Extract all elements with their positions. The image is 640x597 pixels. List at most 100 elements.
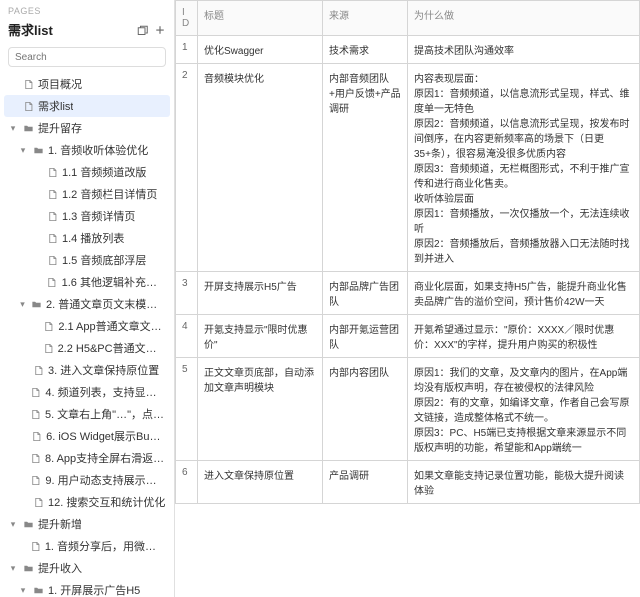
chevron-down-icon[interactable]: ▾ [18,585,28,596]
table-row[interactable]: 6进入文章保持原位置产品调研如果文章能支持记录位置功能，能极大提升阅读体验 [176,461,640,504]
tree-page[interactable]: 1.2 音频栏目详情页 [4,183,170,205]
cell-title: 优化Swagger [198,36,323,64]
tree-item-label: 6. iOS Widget展示Bug修复 [46,428,166,444]
tree-item-label: 5. 文章右上角"…"，点击后弹出 [45,406,166,422]
tree-page[interactable]: 1.5 音频底部浮层 [4,249,170,271]
table-row[interactable]: 1优化Swagger技术需求提高技术团队沟通效率 [176,36,640,64]
tree-page[interactable]: 8. App支持全屏右滑返回上一层 [4,447,170,469]
tree-item-label: 8. App支持全屏右滑返回上一层 [45,450,166,466]
tree-page[interactable]: 1.3 音频详情页 [4,205,170,227]
search-input[interactable] [15,52,159,63]
add-icon[interactable] [154,24,166,36]
table-row[interactable]: 5正文文章页底部，自动添加文章声明模块内部内容团队原因1：我们的文章，及文章内的… [176,358,640,461]
tree-page[interactable]: 项目概况 [4,73,170,95]
tree-item-label: 1. 音频收听体验优化 [48,142,148,158]
document-icon [30,386,41,398]
tree-page[interactable]: 需求list [4,95,170,117]
cell-why: 内容表现层面： 原因1：音频频道，以信息流形式呈现，样式、维度单一无特色 原因2… [408,64,640,272]
cell-id: 1 [176,36,198,64]
tree-item-label: 1.6 其他逻辑补充说明 [62,274,166,290]
tree-folder[interactable]: ▾ 提升新增 [4,513,170,535]
tree-item-label: 4. 频道列表，支持显示收藏数 [45,384,166,400]
document-icon [32,496,44,508]
tree-item-label: 项目概况 [38,76,82,92]
search-input-wrap[interactable] [8,47,166,67]
tree-page[interactable]: 1.6 其他逻辑补充说明 [4,271,170,293]
cell-why: 如果文章能支持记录位置功能，能极大提升阅读体验 [408,461,640,504]
cell-why: 原因1：我们的文章，及文章内的图片，在App端均没有版权声明，存在被侵权的法律风… [408,358,640,461]
tree-folder[interactable]: ▾1. 开屏展示广告H5 [4,579,170,597]
tree-folder[interactable]: ▾ 1. 音频收听体验优化 [4,139,170,161]
cell-source: 内部品牌广告团队 [323,272,408,315]
table-header: 为什么做 [408,1,640,36]
cell-source: 内部开氪运营团队 [323,315,408,358]
tree-page[interactable]: 5. 文章右上角"…"，点击后弹出 [4,403,170,425]
table-row[interactable]: 2音频模块优化内部音频团队+用户反馈+产品调研内容表现层面： 原因1：音频频道，… [176,64,640,272]
tree-item-label: 提升新增 [38,516,82,532]
cell-why: 提高技术团队沟通效率 [408,36,640,64]
chevron-down-icon[interactable]: ▾ [8,123,18,134]
tree-page[interactable]: 2.1 App普通文章文末模块修改 [4,315,170,337]
folder-icon [32,144,44,156]
table-row[interactable]: 3开屏支持展示H5广告内部品牌广告团队商业化层面，如果支持H5广告，能提升商业化… [176,272,640,315]
document-icon [46,166,58,178]
document-icon [43,342,54,354]
tree-item-label: 1.5 音频底部浮层 [62,252,146,268]
cell-id: 3 [176,272,198,315]
tree-page[interactable]: 6. iOS Widget展示Bug修复 [4,425,170,447]
chevron-down-icon[interactable]: ▾ [18,145,28,156]
chevron-down-icon[interactable]: ▾ [8,519,18,530]
tree-page[interactable]: 1.4 播放列表 [4,227,170,249]
cell-title: 开屏支持展示H5广告 [198,272,323,315]
chevron-down-icon[interactable]: ▾ [18,299,27,310]
cell-why: 商业化层面，如果支持H5广告，能提升商业化售卖品牌广告的溢价空间，预计售价42W… [408,272,640,315]
document-icon [22,78,34,90]
tree-item-label: 1.3 音频详情页 [62,208,135,224]
tree-folder[interactable]: ▾ 提升留存 [4,117,170,139]
table-row[interactable]: 4开氪支持显示"限时优惠价"内部开氪运营团队开氪希望通过显示："原价：XXXX／… [176,315,640,358]
tree-page[interactable]: 1. 音频分享后，用微信音频播放 [4,535,170,557]
requirements-table: ID标题来源为什么做 1优化Swagger技术需求提高技术团队沟通效率2音频模块… [175,0,640,504]
document-icon [32,364,44,376]
cell-source: 内部音频团队+用户反馈+产品调研 [323,64,408,272]
folder-icon [22,518,34,530]
tree-page[interactable]: 9. 用户动态支持展示发布评论 [4,469,170,491]
cell-source: 产品调研 [323,461,408,504]
tree-item-label: 2. 普通文章页文末模块修改 [46,296,166,312]
chevron-down-icon[interactable]: ▾ [8,563,18,574]
tree-item-label: 提升留存 [38,120,82,136]
table-header: 来源 [323,1,408,36]
document-icon [22,100,34,112]
document-icon [30,474,41,486]
tree-folder[interactable]: ▾ 2. 普通文章页文末模块修改 [4,293,170,315]
cell-source: 内部内容团队 [323,358,408,461]
tree-item-label: 1.4 播放列表 [62,230,124,246]
tree-item-label: 12. 搜索交互和统计优化 [48,494,165,510]
cell-title: 正文文章页底部，自动添加文章声明模块 [198,358,323,461]
folder-icon [22,122,34,134]
tree-item-label: 3. 进入文章保持原位置 [48,362,159,378]
tree-item-label: 9. 用户动态支持展示发布评论 [45,472,166,488]
document-icon [30,452,41,464]
tree-page[interactable]: 4. 频道列表，支持显示收藏数 [4,381,170,403]
table-header: ID [176,1,198,36]
content-area: ID标题来源为什么做 1优化Swagger技术需求提高技术团队沟通效率2音频模块… [175,0,640,597]
cell-why: 开氪希望通过显示："原价：XXXX／限时优惠价：XXX"的字样，提升用户购买的积… [408,315,640,358]
tree-folder[interactable]: ▾ 提升收入 [4,557,170,579]
tree-item-label: 2.2 H5&PC普通文章文末模块修改 [58,340,166,356]
document-icon [30,408,41,420]
tree-page[interactable]: 2.2 H5&PC普通文章文末模块修改 [4,337,170,359]
share-icon[interactable] [136,24,148,36]
folder-icon [22,562,34,574]
tree-item-label: 提升收入 [38,560,82,576]
cell-title: 开氪支持显示"限时优惠价" [198,315,323,358]
tree-item-label: 1. 音频分享后，用微信音频播放 [45,538,166,554]
tree-page[interactable]: 12. 搜索交互和统计优化 [4,491,170,513]
document-icon [46,276,58,288]
folder-icon [32,584,44,596]
table-header: 标题 [198,1,323,36]
cell-id: 5 [176,358,198,461]
tree-page[interactable]: 1.1 音频频道改版 [4,161,170,183]
tree-page[interactable]: 3. 进入文章保持原位置 [4,359,170,381]
cell-id: 6 [176,461,198,504]
